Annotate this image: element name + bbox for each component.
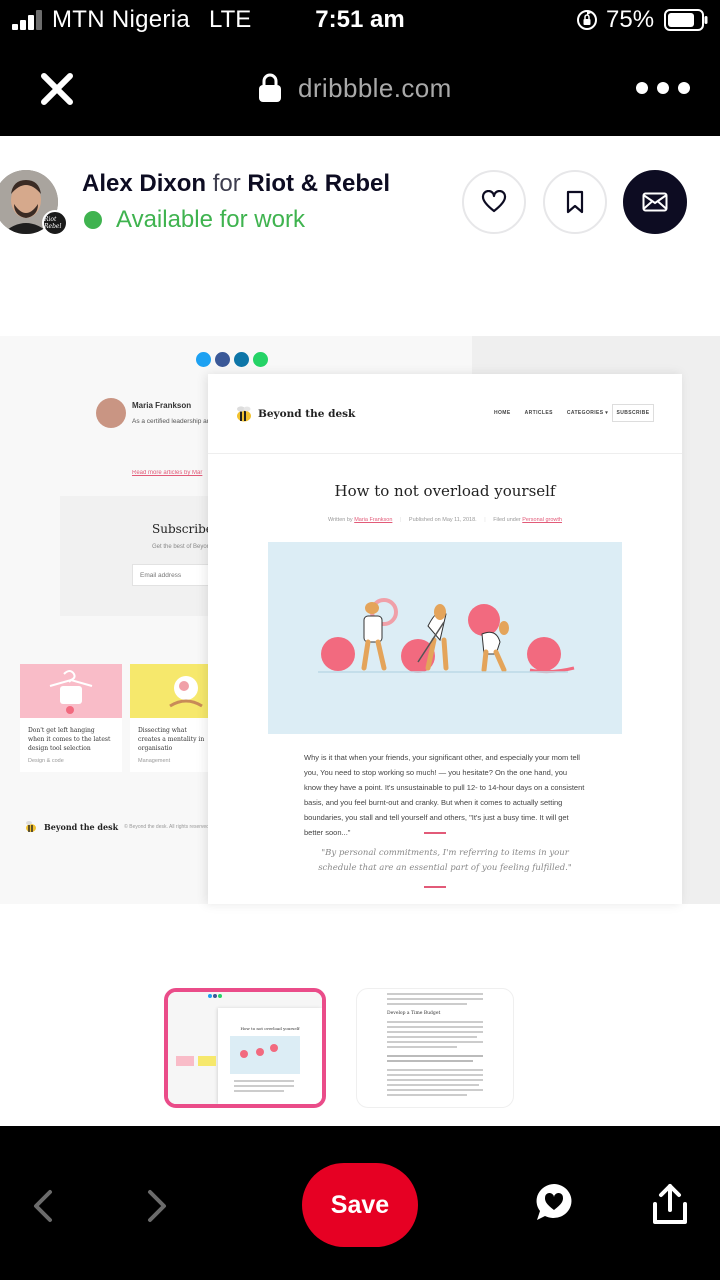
orientation-lock-icon — [577, 10, 597, 30]
clock: 7:51 am — [315, 6, 405, 33]
availability-status: Available for work — [84, 206, 305, 234]
article-navbar: Beyond the desk HOME ARTICLES CATEGORIES… — [208, 374, 682, 454]
author-avatar — [96, 398, 126, 428]
whatsapp-icon — [253, 352, 268, 367]
shot-thumbnails: How to not overload yourself Develop a T… — [0, 958, 720, 1126]
article-pull-quote: "By personal commitments, I'm referring … — [318, 848, 572, 873]
carrier-name: MTN Nigeria — [52, 6, 190, 33]
article-title: How to not overload yourself — [334, 482, 556, 500]
article-body: Why is it that when your friends, your s… — [304, 753, 585, 837]
facebook-icon — [215, 352, 230, 367]
meta-author-prefix: Written by — [328, 517, 353, 523]
heart-icon — [481, 190, 507, 213]
shot-image[interactable]: Maria Frankson As a certified leadership… — [0, 268, 720, 958]
chat-heart-icon[interactable] — [534, 1182, 574, 1224]
subscribe-subtitle: Get the best of Beyon — [152, 544, 211, 550]
nav-categories: CATEGORIES ▾ — [566, 410, 609, 416]
meta-filed-prefix: Filed under — [493, 517, 521, 523]
signal-icon — [12, 10, 46, 30]
team-badge-text: Riot Rebel — [44, 216, 62, 230]
like-button[interactable] — [462, 170, 526, 234]
team-badge[interactable]: Riot Rebel — [42, 210, 68, 236]
availability-text: Available for work — [116, 206, 305, 233]
battery-icon — [664, 9, 708, 31]
card-tag: Design & code — [28, 758, 64, 764]
thumbnail-1[interactable]: How to not overload yourself — [164, 988, 326, 1108]
card-title: Dissecting what creates a mentality in o… — [138, 727, 205, 752]
url-field[interactable]: dribbble.com — [258, 68, 452, 108]
thumbnail-2[interactable]: Develop a Time Budget — [356, 988, 514, 1108]
article-card: Don't get left hanging when it comes to … — [20, 664, 122, 772]
meta-date: Published on May 11, 2018. — [408, 517, 477, 523]
designer-name[interactable]: Alex Dixon — [82, 170, 206, 197]
bee-logo-icon — [26, 821, 36, 832]
quote-divider — [424, 832, 446, 834]
article-card: Dissecting what creates a mentality in o… — [130, 664, 210, 772]
email-input: Email address — [132, 564, 210, 586]
lock-icon — [259, 73, 281, 102]
network-type: LTE — [209, 6, 252, 33]
article-brand: Beyond the desk — [258, 408, 356, 420]
article-logo: Beyond the desk — [234, 404, 355, 424]
bookmark-icon — [566, 190, 584, 214]
save-button[interactable]: Save — [302, 1163, 418, 1247]
article-subscribe-button: SUBSCRIBE — [612, 404, 654, 422]
meta-filed: Personal growth — [522, 517, 562, 523]
article-nav-links: HOME ARTICLES CATEGORIES ▾ — [494, 410, 608, 416]
article-meta: Written by Maria Frankson | Published on… — [328, 517, 562, 523]
card-tag: Management — [138, 758, 171, 764]
card-thumbnail — [20, 664, 122, 718]
nav-home: HOME — [494, 410, 511, 416]
twitter-icon — [196, 352, 211, 367]
thumbnail-mini-title: How to not overload yourself — [240, 1026, 300, 1031]
social-share-icons — [196, 352, 268, 367]
back-icon[interactable] — [28, 1188, 60, 1224]
author-bio: As a certified leadership and individual… — [132, 418, 214, 425]
footer-brand: Beyond the desk — [44, 822, 119, 832]
share-icon[interactable] — [650, 1182, 690, 1226]
url-text: dribbble.com — [298, 72, 452, 103]
byline-connector: for — [212, 170, 241, 197]
status-bar: MTN Nigeria LTE 7:51 am 75% — [0, 0, 720, 40]
byline: Alex Dixon for Riot & Rebel — [82, 170, 390, 198]
subscribe-title: Subscribe — [152, 522, 213, 536]
status-dot-icon — [84, 211, 102, 229]
app-root: MTN Nigeria LTE 7:51 am 75% dribbble.com… — [0, 0, 720, 1280]
browser-toolbar: Save — [0, 1126, 720, 1280]
address-bar: dribbble.com — [0, 40, 720, 136]
article-hero-illustration — [268, 542, 622, 734]
close-icon — [41, 73, 73, 105]
card-thumbnail — [130, 664, 210, 718]
designer-header: Riot Rebel Alex Dixon for Riot & Rebel A… — [0, 136, 720, 268]
thumbnail-second-heading: Develop a Time Budget — [387, 1011, 441, 1016]
footer-copyright: © Beyond the desk. All rights reserved. — [124, 824, 211, 830]
author-link: Read more articles by Mar — [132, 470, 203, 476]
quote-divider — [424, 886, 446, 888]
subscribe-block — [60, 496, 210, 616]
close-button[interactable] — [34, 66, 80, 112]
battery-percentage: 75% — [606, 6, 655, 33]
save-collection-button[interactable] — [543, 170, 607, 234]
mail-icon — [642, 192, 668, 212]
team-name[interactable]: Riot & Rebel — [247, 170, 390, 197]
nav-articles: ARTICLES — [524, 410, 553, 416]
more-icon[interactable] — [636, 74, 690, 102]
message-button[interactable] — [623, 170, 687, 234]
bee-logo-icon — [237, 406, 251, 422]
linkedin-icon — [234, 352, 249, 367]
footer-logo: Beyond the desk © Beyond the desk. All r… — [24, 820, 210, 834]
meta-author: Maria Frankson — [354, 517, 393, 523]
card-title: Don't get left hanging when it comes to … — [28, 727, 111, 752]
article-page: Beyond the desk HOME ARTICLES CATEGORIES… — [208, 374, 682, 904]
forward-icon[interactable] — [140, 1188, 172, 1224]
author-name: Maria Frankson — [132, 401, 192, 410]
